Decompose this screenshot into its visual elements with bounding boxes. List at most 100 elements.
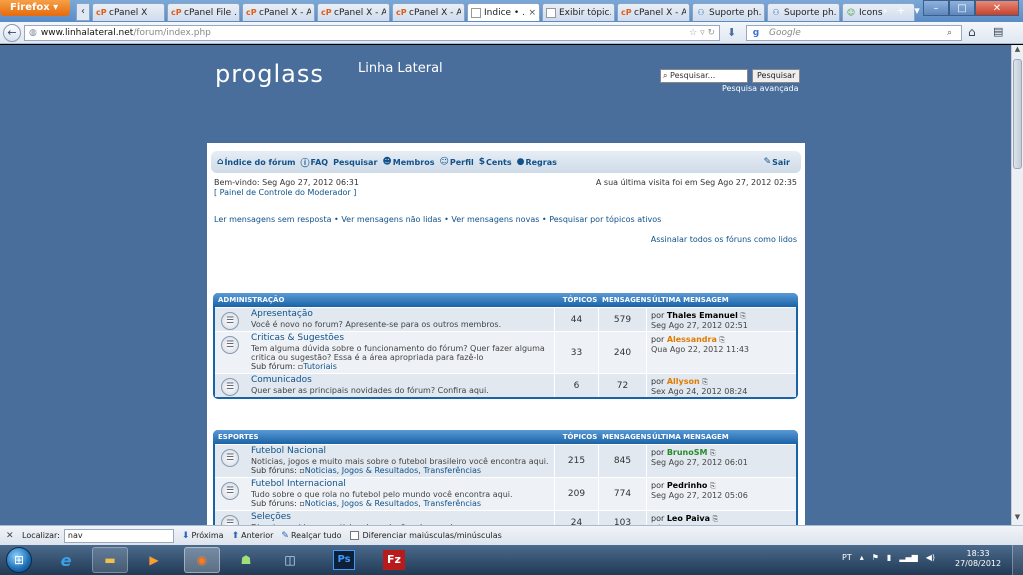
last-post-author[interactable]: Thales Emanuel bbox=[667, 311, 738, 320]
google-icon[interactable]: g bbox=[747, 28, 765, 38]
forum-title-link[interactable]: Futebol Internacional bbox=[251, 480, 554, 489]
back-arrow-icon[interactable]: ← bbox=[3, 24, 21, 42]
category-name[interactable]: Esportes bbox=[218, 433, 558, 441]
forum-menu-item[interactable]: ⓘ FAQ bbox=[301, 156, 329, 169]
browser-tab[interactable]: cPcPanel X - A... bbox=[617, 3, 690, 21]
last-post-author[interactable]: Pedrinho bbox=[667, 481, 708, 490]
view-latest-post-icon[interactable]: ⎘ bbox=[719, 336, 725, 344]
tab-scroll-right-icon[interactable]: › bbox=[878, 3, 892, 19]
browser-tab[interactable]: cPcPanel File ... bbox=[167, 3, 240, 21]
view-latest-post-icon[interactable]: ⎘ bbox=[702, 378, 708, 386]
users-app-icon[interactable]: ☗ bbox=[228, 547, 264, 573]
forum-menu-item[interactable]: ☻ Membros bbox=[382, 156, 434, 169]
last-post-author[interactable]: Allyson bbox=[667, 377, 700, 386]
browser-tab[interactable]: cP cPanel X bbox=[92, 3, 165, 21]
media-player-icon[interactable]: ▶ bbox=[136, 547, 172, 573]
header-search-input[interactable]: ⌕ Pesquisar... bbox=[660, 69, 748, 83]
site-identity-icon[interactable]: ◍ bbox=[29, 28, 37, 38]
scroll-up-icon[interactable]: ▲ bbox=[1012, 45, 1023, 57]
find-previous-button[interactable]: ⬆ Anterior bbox=[232, 531, 274, 541]
tab-scroll-left-icon[interactable]: ‹ bbox=[76, 3, 90, 21]
url-path: /forum/index.php bbox=[133, 28, 211, 38]
view-latest-post-icon[interactable]: ⎘ bbox=[710, 482, 716, 490]
tray-expand-icon[interactable]: ▴ bbox=[860, 553, 864, 562]
internet-explorer-icon[interactable]: e bbox=[48, 547, 84, 573]
start-button-icon[interactable]: ⊞ bbox=[6, 547, 32, 573]
browser-tab[interactable]: cPcPanel X - A... bbox=[317, 3, 390, 21]
minimize-icon[interactable]: – bbox=[923, 0, 949, 16]
close-tab-icon[interactable]: × bbox=[528, 8, 536, 18]
new-tab-icon[interactable]: + bbox=[894, 3, 908, 19]
forum-menu-item[interactable]: Pesquisar bbox=[333, 156, 377, 169]
tab-favicon-icon: cP bbox=[246, 7, 257, 17]
match-case-checkbox[interactable]: Diferenciar maiúsculas/minúsculas bbox=[349, 531, 502, 540]
forum-menu-item[interactable]: ☺ Perfil bbox=[439, 156, 473, 169]
advanced-search-link[interactable]: Pesquisa avançada bbox=[722, 84, 799, 93]
photoshop-icon[interactable]: Ps bbox=[326, 547, 362, 573]
close-window-icon[interactable]: ✕ bbox=[975, 0, 1019, 16]
forum-menu-item[interactable]: ⌂ Índice do fórum bbox=[217, 156, 296, 169]
forum-title-link[interactable]: Seleções bbox=[251, 513, 554, 522]
browser-tab[interactable]: Índice • ... × bbox=[467, 3, 540, 21]
page-viewport: proglass Linha Lateral ⌕ Pesquisar... Pe… bbox=[0, 45, 1011, 525]
bookmark-star-icon[interactable]: ☆ ▿ ↻ bbox=[689, 26, 715, 40]
mark-all-read-link[interactable]: Assinalar todos os fóruns como lidos bbox=[651, 235, 797, 244]
subforum-links[interactable]: Tutoriais bbox=[303, 362, 337, 371]
browser-tab[interactable]: Exibir tópic... bbox=[542, 3, 615, 21]
firefox-taskbar-icon[interactable]: ◉ bbox=[184, 547, 220, 573]
subforum-links[interactable]: Noticias, Jogos & Resultados, Transferên… bbox=[305, 499, 481, 508]
network-icon[interactable]: ▮ bbox=[887, 553, 891, 562]
maximize-icon[interactable]: □ bbox=[949, 0, 975, 16]
forum-title-link[interactable]: Futebol Nacional bbox=[251, 447, 554, 456]
home-icon[interactable]: ⌂ bbox=[968, 25, 976, 39]
view-latest-post-icon[interactable]: ⎘ bbox=[710, 449, 716, 457]
browser-tab[interactable]: cPcPanel X - A... bbox=[392, 3, 465, 21]
browser-tab[interactable]: ⚇ Suporte ph... bbox=[692, 3, 765, 21]
checkbox-box[interactable] bbox=[349, 531, 359, 540]
subforum-links[interactable]: Noticias, Jogos & Resultados, Transferên… bbox=[305, 466, 481, 475]
search-magnifier-icon[interactable]: ⌕ bbox=[947, 28, 961, 38]
browser-tab[interactable]: cPcPanel X - A... bbox=[242, 3, 315, 21]
quick-links[interactable]: Ler mensagens sem resposta • Ver mensage… bbox=[214, 215, 661, 224]
scroll-thumb[interactable] bbox=[1013, 59, 1022, 169]
url-bar[interactable]: ◍ www.linhalateral.net/forum/index.php ☆… bbox=[24, 25, 720, 41]
vertical-scrollbar[interactable]: ▲ ▼ bbox=[1011, 45, 1023, 525]
last-post-author[interactable]: Alessandra bbox=[667, 335, 717, 344]
header-search-button[interactable]: Pesquisar bbox=[752, 69, 801, 83]
scroll-down-icon[interactable]: ▼ bbox=[1012, 513, 1023, 525]
category-name[interactable]: Administração bbox=[218, 296, 558, 304]
last-post-author[interactable]: BrunoSM bbox=[667, 448, 708, 457]
download-arrow-icon[interactable]: ⬇ bbox=[727, 26, 736, 39]
logout-link[interactable]: ✎ Sair bbox=[764, 157, 790, 167]
forum-menu-item[interactable]: ● Regras bbox=[517, 156, 557, 169]
last-post-author[interactable]: Leo Paiva bbox=[667, 514, 710, 523]
action-center-flag-icon[interactable]: ⚑ bbox=[872, 553, 879, 562]
list-all-tabs-icon[interactable]: ▾ bbox=[910, 3, 924, 19]
forum-menu-item[interactable]: $ Cents bbox=[479, 156, 512, 169]
toolbar-menu-icon[interactable]: ▤ bbox=[993, 25, 1003, 38]
volume-icon[interactable]: ◀) bbox=[926, 553, 935, 562]
notes-app-icon[interactable]: ◫ bbox=[272, 547, 308, 573]
signal-icon[interactable]: ▂▄▆ bbox=[899, 553, 917, 562]
close-find-icon[interactable]: ✕ bbox=[6, 531, 18, 541]
site-logo[interactable]: proglass bbox=[215, 60, 324, 88]
logout-label: Sair bbox=[772, 157, 790, 167]
forum-topics-count: 24 bbox=[554, 511, 598, 525]
moderator-panel-link[interactable]: [ Painel de Controle do Moderador ] bbox=[214, 188, 356, 197]
filezilla-icon[interactable]: Fz bbox=[376, 547, 412, 573]
firefox-menu-button[interactable]: Firefox ▾ bbox=[0, 0, 70, 16]
forum-title-link[interactable]: Comunicados bbox=[251, 376, 554, 385]
clock[interactable]: 18:33 27/08/2012 bbox=[955, 549, 1001, 569]
browser-tab[interactable]: ⚇ Suporte ph... bbox=[767, 3, 840, 21]
language-indicator[interactable]: PT bbox=[842, 553, 852, 562]
view-latest-post-icon[interactable]: ⎘ bbox=[740, 312, 746, 320]
show-desktop-button[interactable] bbox=[1012, 545, 1023, 575]
view-latest-post-icon[interactable]: ⎘ bbox=[713, 515, 719, 523]
forum-title-link[interactable]: Criticas & Sugestões bbox=[251, 334, 554, 343]
find-input[interactable]: nav bbox=[63, 528, 174, 543]
forum-title-link[interactable]: Apresentação bbox=[251, 310, 554, 319]
search-bar[interactable]: g Google ⌕ bbox=[746, 25, 962, 41]
file-explorer-icon[interactable]: ▬ bbox=[92, 547, 128, 573]
highlight-all-button[interactable]: ✎ Realçar tudo bbox=[281, 531, 341, 541]
find-next-button[interactable]: ⬇ Próxima bbox=[182, 531, 224, 541]
